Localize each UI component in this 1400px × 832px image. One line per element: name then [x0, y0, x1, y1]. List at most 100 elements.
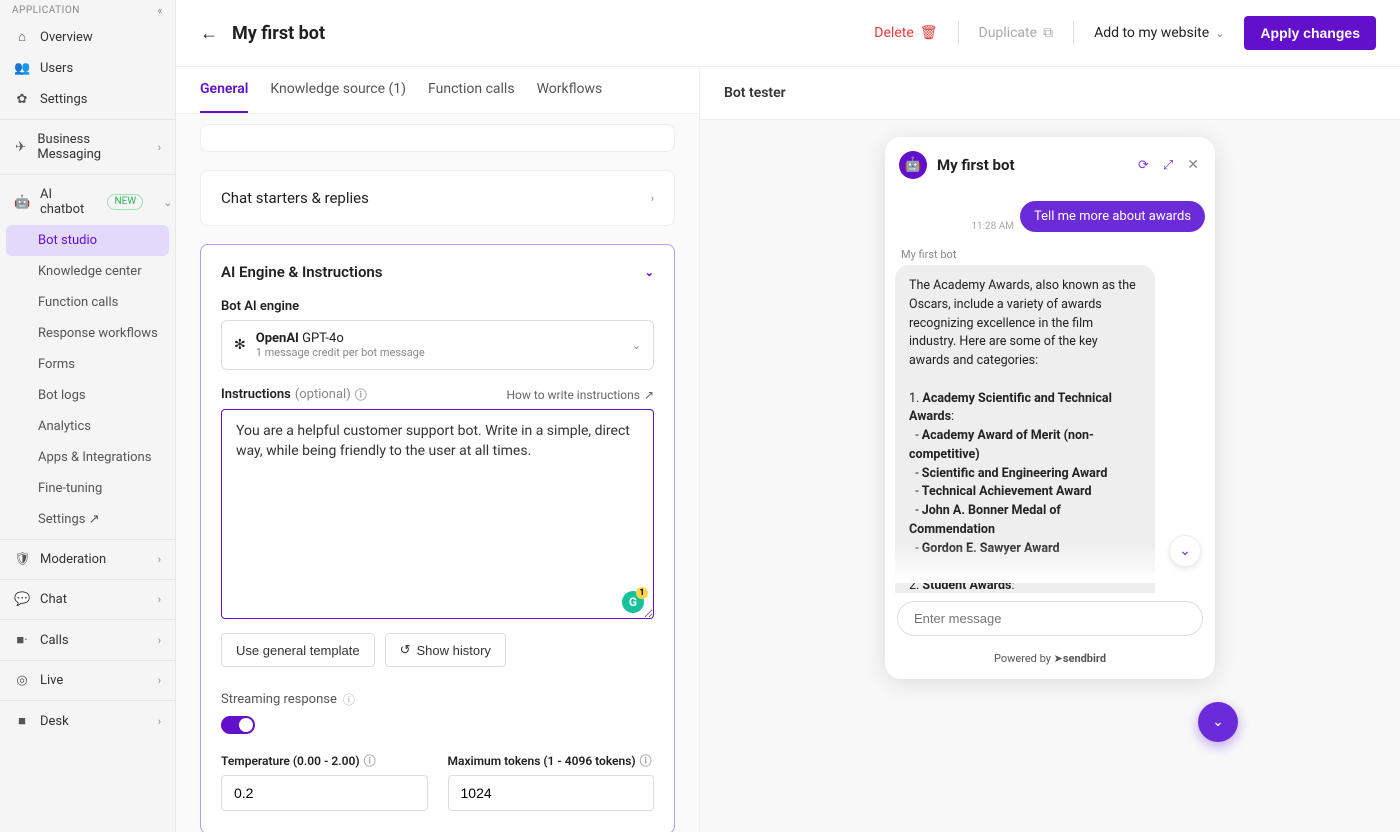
- powered-prefix: Powered by: [994, 652, 1054, 665]
- bot-tester-widget: 🤖 My first bot ⟳ ⤢ ✕ 11:28 AM Tell me mo…: [885, 137, 1215, 679]
- sidebar-item-apps-integrations[interactable]: Apps & Integrations: [0, 442, 175, 473]
- apply-changes-button[interactable]: Apply changes: [1244, 16, 1376, 50]
- sidebar-item-analytics[interactable]: Analytics: [0, 411, 175, 442]
- sidebar-item-desk[interactable]: ■Desk›: [0, 705, 175, 737]
- sidebar-item-bot-logs[interactable]: Bot logs: [0, 380, 175, 411]
- info-icon[interactable]: ⓘ: [343, 691, 355, 708]
- sidebar-header: APPLICATION «: [0, 0, 175, 21]
- engine-subtext: 1 message credit per bot message: [256, 346, 622, 359]
- sidebar-item-label: Chat: [40, 592, 67, 607]
- sidebar-item-live[interactable]: ◎ Live ›: [0, 665, 175, 696]
- close-icon[interactable]: ✕: [1185, 155, 1201, 175]
- openai-icon: ✻: [234, 337, 246, 353]
- how-to-write-label: How to write instructions: [507, 388, 640, 402]
- powered-by: Powered by ➤sendbird: [885, 644, 1215, 679]
- sidebar-item-fine-tuning[interactable]: Fine-tuning: [0, 473, 175, 504]
- sidebar-item-label: Calls: [40, 633, 69, 648]
- user-message: Tell me more about awards: [1020, 201, 1205, 232]
- tab-workflows[interactable]: Workflows: [537, 67, 603, 113]
- info-icon[interactable]: ⓘ: [355, 386, 367, 403]
- streaming-toggle[interactable]: [221, 716, 255, 734]
- chevron-right-icon: ›: [158, 674, 161, 687]
- sidebar-item-settings-ext[interactable]: Settings ↗: [0, 504, 175, 535]
- card-stub-top: [200, 124, 675, 152]
- card-chat-starters[interactable]: Chat starters & replies ›: [200, 170, 675, 226]
- sidebar-item-ai-chatbot[interactable]: 🤖AI chatbot NEW⌄: [0, 179, 175, 225]
- temperature-input[interactable]: [221, 775, 428, 811]
- card-ai-engine-header[interactable]: AI Engine & Instructions ⌄: [201, 245, 674, 299]
- how-to-write-link[interactable]: How to write instructions ↗: [507, 388, 655, 402]
- sidebar-item-response-workflows[interactable]: Response workflows: [0, 318, 175, 349]
- info-icon[interactable]: ⓘ: [640, 752, 652, 769]
- engine-select[interactable]: ✻ OpenAI GPT-4o 1 message credit per bot…: [221, 320, 654, 370]
- tab-general[interactable]: General: [200, 67, 248, 113]
- delete-button[interactable]: Delete🗑: [874, 25, 937, 41]
- broadcast-icon: ◎: [14, 673, 30, 688]
- sidebar-item-label: Function calls: [38, 295, 118, 310]
- back-icon[interactable]: ←: [200, 23, 218, 44]
- sidebar-header-label: APPLICATION: [12, 5, 80, 16]
- sidebar-item-label: Forms: [38, 357, 75, 372]
- sidebar-item-bot-studio[interactable]: Bot studio: [6, 225, 169, 256]
- chat-input[interactable]: [897, 601, 1203, 636]
- tabs: General Knowledge source (1) Function ca…: [176, 67, 699, 114]
- sidebar-item-label: Settings: [40, 92, 87, 107]
- history-icon: ↺: [400, 642, 411, 658]
- add-website-label: Add to my website: [1094, 25, 1209, 41]
- message-timestamp: 11:28 AM: [971, 221, 1014, 232]
- send-icon: ✈: [14, 140, 27, 155]
- bot-sender-label: My first bot: [901, 248, 1205, 261]
- max-tokens-label: Maximum tokens (1 - 4096 tokens): [448, 754, 636, 768]
- show-history-button[interactable]: ↺Show history: [385, 633, 506, 667]
- tab-function-calls[interactable]: Function calls: [428, 67, 515, 113]
- refresh-icon[interactable]: ⟳: [1136, 156, 1151, 175]
- sidebar: APPLICATION « ⌂Overview 👥Users ✿ Settings…: [0, 0, 176, 832]
- info-icon[interactable]: ⓘ: [364, 752, 376, 769]
- sidebar-item-business-messaging[interactable]: ✈Business Messaging›: [0, 124, 175, 170]
- chevron-down-icon: ⌄: [632, 339, 641, 352]
- tab-knowledge-source[interactable]: Knowledge source (1): [270, 67, 406, 113]
- sidebar-item-label: AI chatbot: [40, 187, 84, 217]
- sidebar-item-label: Response workflows: [38, 326, 158, 341]
- instructions-label: Instructions: [221, 387, 291, 402]
- expand-icon[interactable]: ⤢: [1161, 156, 1175, 175]
- sidebar-item-label: Bot studio: [38, 233, 97, 248]
- instructions-textarea[interactable]: [221, 409, 654, 619]
- max-tokens-input[interactable]: [448, 775, 655, 811]
- temperature-label: Temperature (0.00 - 2.00): [221, 754, 360, 768]
- bot-message: The Academy Awards, also known as the Os…: [895, 265, 1155, 593]
- collapse-tester-fab[interactable]: ⌄: [1198, 702, 1238, 742]
- add-to-website-button[interactable]: Add to my website⌄: [1094, 25, 1224, 41]
- sidebar-item-knowledge-center[interactable]: Knowledge center: [0, 256, 175, 287]
- grammarly-icon[interactable]: G1: [622, 591, 644, 613]
- sidebar-item-calls[interactable]: ■·Calls›: [0, 624, 175, 656]
- sidebar-item-function-calls[interactable]: Function calls: [0, 287, 175, 318]
- sidebar-item-chat[interactable]: 💬Chat›: [0, 584, 175, 615]
- collapse-sidebar-icon[interactable]: «: [157, 4, 163, 17]
- sidebar-item-label: Live: [40, 673, 63, 688]
- engine-brand: OpenAI: [256, 331, 299, 346]
- bot-name-title: My first bot: [937, 156, 1126, 174]
- separator: [1073, 21, 1074, 45]
- gear-icon: ✿: [14, 92, 30, 107]
- use-general-template-button[interactable]: Use general template: [221, 633, 375, 667]
- sidebar-item-moderation[interactable]: 🛡Moderation›: [0, 544, 175, 575]
- streaming-label: Streaming response: [221, 692, 337, 707]
- card-title: Chat starters & replies: [221, 189, 369, 207]
- chat-icon: 💬: [14, 592, 30, 607]
- chevron-right-icon: ›: [651, 192, 654, 205]
- chevron-right-icon: ›: [158, 141, 161, 154]
- engine-model: GPT-4o: [302, 331, 344, 346]
- chat-body[interactable]: 11:28 AM Tell me more about awards My fi…: [885, 193, 1215, 593]
- sidebar-item-settings[interactable]: ✿ Settings: [0, 84, 175, 115]
- sidebar-item-label: Fine-tuning: [38, 481, 102, 496]
- topbar: ← My first bot Delete🗑 Duplicate⧉ Add to…: [176, 0, 1400, 67]
- engine-label: Bot AI engine: [221, 299, 654, 314]
- scroll-down-button[interactable]: ⌄: [1169, 535, 1201, 567]
- sidebar-item-overview[interactable]: ⌂Overview: [0, 21, 175, 53]
- duplicate-button[interactable]: Duplicate⧉: [979, 25, 1054, 41]
- users-icon: 👥: [14, 61, 30, 76]
- sidebar-item-forms[interactable]: Forms: [0, 349, 175, 380]
- new-badge: NEW: [107, 194, 143, 210]
- sidebar-item-users[interactable]: 👥Users: [0, 53, 175, 84]
